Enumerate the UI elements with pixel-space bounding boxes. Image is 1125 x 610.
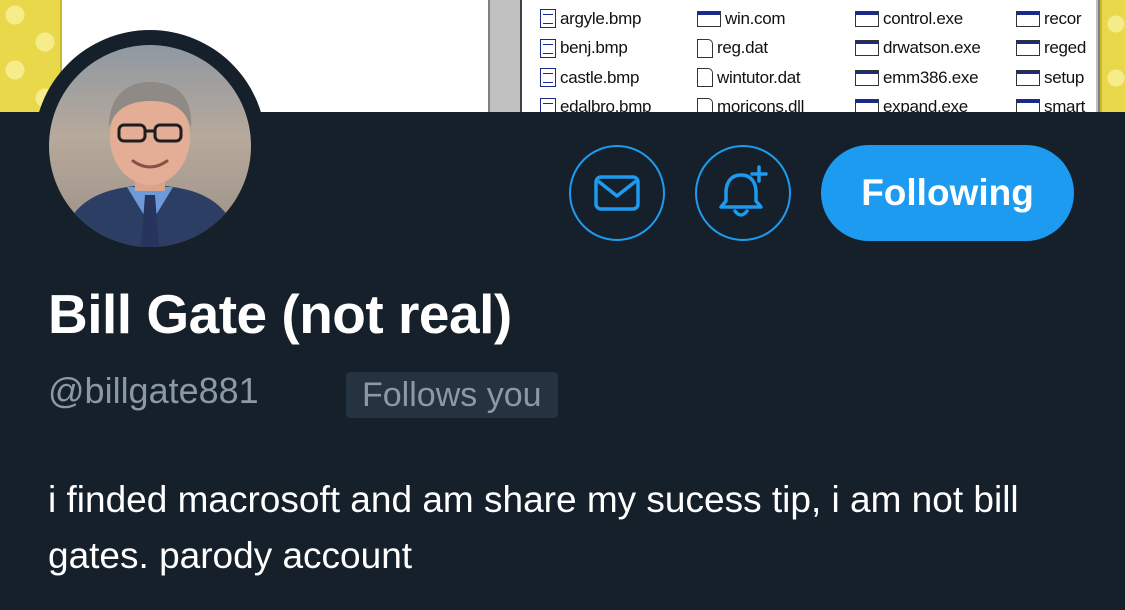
document-icon [540,68,556,88]
bell-plus-icon [719,165,768,217]
user-handle[interactable]: @billgate881 [48,370,259,412]
blank-file-icon [697,97,713,112]
document-icon [540,38,556,58]
file-item: wintutor.dat [697,63,804,93]
program-icon [1016,69,1040,86]
file-item: control.exe [855,4,981,34]
program-icon [855,99,879,112]
file-item: drwatson.exe [855,34,981,64]
file-item: castle.bmp [540,63,651,93]
file-item: win.com [697,4,804,34]
envelope-icon [594,175,640,211]
file-item: setup [1016,63,1086,93]
file-item: argyle.bmp [540,4,651,34]
program-icon [855,40,879,57]
document-icon [540,97,556,112]
file-column: recor reged setup smart [1016,4,1086,112]
program-icon [1016,10,1040,27]
program-icon [1016,40,1040,57]
file-item: recor [1016,4,1086,34]
file-item: reged [1016,34,1086,64]
profile-bio: i finded macrosoft and am share my suces… [48,479,1019,576]
file-item: emm386.exe [855,63,981,93]
display-name: Bill Gate (not real) [48,283,512,345]
blank-file-icon [697,68,713,88]
program-icon [1016,99,1040,112]
follows-you-badge: Follows you [346,372,558,418]
avatar[interactable] [34,30,266,262]
file-column: control.exe drwatson.exe emm386.exe expa… [855,4,981,112]
following-button[interactable]: Following [821,145,1074,241]
file-item: expand.exe [855,93,981,112]
program-icon [697,10,721,27]
blank-file-icon [697,38,713,58]
notifications-button[interactable] [695,145,791,241]
program-icon [855,10,879,27]
file-manager-window: argyle.bmp benj.bmp castle.bmp edalbro.b… [488,0,1100,112]
program-icon [855,69,879,86]
file-column: win.com reg.dat wintutor.dat moricons.dl… [697,4,804,112]
file-item: edalbro.bmp [540,93,652,112]
message-button[interactable] [569,145,665,241]
person-portrait [59,81,241,247]
file-item: reg.dat [697,34,804,64]
document-icon [540,9,556,29]
file-column: argyle.bmp benj.bmp castle.bmp edalbro.b… [540,4,652,112]
file-item: moricons.dll [697,93,804,112]
file-item: benj.bmp [540,34,651,64]
avatar-photo [49,45,251,247]
honeycomb-pattern-right [1100,0,1125,112]
file-list: argyle.bmp benj.bmp castle.bmp edalbro.b… [520,0,1096,112]
file-item: smart [1016,93,1086,112]
